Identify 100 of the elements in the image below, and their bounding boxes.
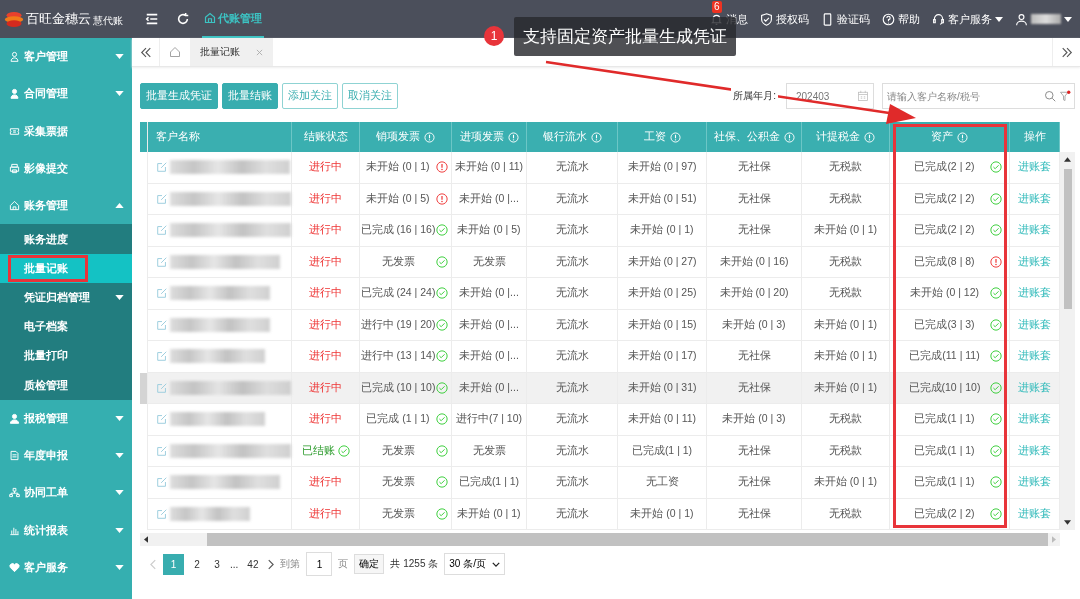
edit-icon[interactable] bbox=[156, 255, 168, 268]
top-link[interactable]: 授权码 bbox=[760, 7, 809, 31]
edit-icon[interactable] bbox=[156, 413, 168, 426]
edit-icon[interactable] bbox=[156, 507, 168, 520]
table-cell: 进行中 (13 | 14) bbox=[360, 349, 436, 364]
sidebar-subitem[interactable]: 批量打印 bbox=[0, 341, 132, 371]
close-icon[interactable] bbox=[256, 48, 263, 56]
table-cell: 未开始 (0 | 12) bbox=[910, 286, 979, 301]
search-field[interactable]: 请输入客户名称/税号 bbox=[882, 83, 1075, 109]
calendar-icon[interactable] bbox=[857, 90, 869, 102]
logo-icon bbox=[4, 10, 24, 28]
edit-icon[interactable] bbox=[156, 350, 168, 363]
caret-icon bbox=[115, 294, 124, 300]
table-cell: 已完成(1 | 1) bbox=[914, 443, 975, 458]
open-ledger-link[interactable]: 进账套 bbox=[1018, 475, 1051, 490]
table-cell: 未开始 (0 |... bbox=[459, 317, 519, 332]
sidebar-item[interactable]: 统计报表 bbox=[0, 511, 132, 549]
home-icon bbox=[204, 12, 216, 24]
info-icon bbox=[424, 131, 435, 143]
top-link[interactable]: 帮助 bbox=[882, 7, 920, 31]
table-cell: 无税款 bbox=[829, 191, 862, 206]
page-size-select[interactable]: 30 条/页 bbox=[444, 553, 505, 575]
edit-icon[interactable] bbox=[156, 381, 168, 394]
table-cell: 无社保 bbox=[737, 223, 771, 238]
open-ledger-link[interactable]: 进账套 bbox=[1018, 349, 1051, 364]
edit-icon[interactable] bbox=[156, 476, 168, 489]
sidebar-item[interactable]: 采集票据 bbox=[0, 112, 132, 150]
sidebar-item[interactable]: 客户管理 bbox=[0, 38, 132, 76]
house-icon bbox=[9, 200, 20, 212]
scrollbar-thumb[interactable] bbox=[1063, 169, 1072, 309]
vertical-scrollbar[interactable] bbox=[1060, 152, 1075, 530]
document-icon bbox=[9, 450, 20, 462]
open-ledger-link[interactable]: 进账套 bbox=[1018, 443, 1051, 458]
open-ledger-link[interactable]: 进账套 bbox=[1018, 160, 1051, 175]
info-icon bbox=[864, 131, 875, 143]
home-tab[interactable] bbox=[160, 38, 190, 66]
primary-button[interactable]: 批量结账 bbox=[222, 83, 278, 109]
caret-icon bbox=[115, 54, 124, 60]
table-cell: 未开始 (0 | 1) bbox=[813, 380, 878, 395]
sidebar-item[interactable]: 年度申报 bbox=[0, 436, 132, 475]
sidebar-item[interactable]: 账务管理 bbox=[0, 187, 132, 225]
person-icon bbox=[9, 412, 20, 424]
scroll-down-icon[interactable] bbox=[1064, 520, 1071, 525]
page-button[interactable]: 1 bbox=[163, 553, 184, 575]
sidebar-subitem[interactable]: 批量记账 bbox=[0, 253, 132, 283]
outline-button[interactable]: 取消关注 bbox=[342, 83, 398, 109]
sidebar-subitem[interactable]: 账务进度 bbox=[0, 224, 132, 254]
table-cell: 无流水 bbox=[555, 160, 589, 175]
next-page-icon[interactable] bbox=[267, 558, 275, 570]
user-menu[interactable] bbox=[1015, 12, 1072, 26]
primary-button[interactable]: 批量生成凭证 bbox=[140, 83, 218, 109]
open-ledger-link[interactable]: 进账套 bbox=[1018, 223, 1051, 238]
scroll-up-icon[interactable] bbox=[1064, 157, 1071, 162]
table-cell: 无流水 bbox=[555, 475, 589, 490]
table-cell: 无社保 bbox=[737, 475, 771, 490]
sidebar-subitem[interactable]: 质检管理 bbox=[0, 370, 132, 400]
page-tab[interactable]: 批量记账 bbox=[190, 38, 273, 66]
open-ledger-link[interactable]: 进账套 bbox=[1018, 286, 1051, 301]
edit-icon[interactable] bbox=[156, 318, 168, 331]
top-link[interactable]: 验证码 bbox=[821, 7, 870, 31]
outline-button[interactable]: 添加关注 bbox=[282, 83, 338, 109]
sidebar-item[interactable]: 影像提交 bbox=[0, 149, 132, 188]
edit-icon[interactable] bbox=[156, 444, 168, 457]
scroll-left-icon[interactable] bbox=[144, 536, 148, 543]
previous-page-icon[interactable] bbox=[150, 558, 157, 570]
search-icon[interactable] bbox=[1044, 90, 1056, 102]
top-link[interactable]: 客户服务 bbox=[932, 7, 1003, 31]
page-input[interactable]: 1 bbox=[306, 552, 333, 576]
edit-icon[interactable] bbox=[156, 161, 168, 174]
filter-icon[interactable] bbox=[1059, 90, 1071, 102]
menu-icon[interactable] bbox=[145, 12, 159, 26]
scroll-right-button[interactable] bbox=[1052, 38, 1080, 66]
table-cell: 未开始 (0 | 17) bbox=[627, 349, 697, 364]
open-ledger-link[interactable]: 进账套 bbox=[1018, 317, 1051, 332]
open-ledger-link[interactable]: 进账套 bbox=[1018, 412, 1051, 427]
sidebar-item[interactable]: 合同管理 bbox=[0, 75, 132, 113]
sidebar-subitem[interactable]: 凭证归档管理 bbox=[0, 282, 132, 313]
scroll-left-button[interactable] bbox=[132, 38, 160, 66]
sidebar-item[interactable]: 报税管理 bbox=[0, 399, 132, 437]
app-subtitle: 慧代账 bbox=[93, 13, 123, 28]
open-ledger-link[interactable]: 进账套 bbox=[1018, 191, 1051, 206]
sidebar-item[interactable]: 协同工单 bbox=[0, 474, 132, 512]
table-cell: 未开始 (0 | 1) bbox=[813, 317, 878, 332]
status-text: 进行中 bbox=[309, 317, 342, 332]
edit-icon[interactable] bbox=[156, 192, 168, 205]
open-ledger-link[interactable]: 进账套 bbox=[1018, 380, 1051, 395]
sidebar-item[interactable]: 客户服务 bbox=[0, 548, 132, 587]
confirm-button[interactable]: 确定 bbox=[354, 554, 385, 574]
edit-icon[interactable] bbox=[156, 287, 168, 300]
table-cell: 无流水 bbox=[555, 412, 589, 427]
open-ledger-link[interactable]: 进账套 bbox=[1018, 254, 1051, 269]
table-cell: 已完成(8 | 8) bbox=[914, 254, 975, 269]
caret-icon bbox=[115, 203, 124, 209]
headset-icon bbox=[932, 12, 945, 26]
table-cell: 未开始 (0 | 51) bbox=[627, 191, 697, 206]
scroll-right-icon[interactable] bbox=[1052, 536, 1056, 543]
open-ledger-link[interactable]: 进账套 bbox=[1018, 506, 1051, 521]
sidebar-subitem[interactable]: 电子档案 bbox=[0, 312, 132, 342]
edit-icon[interactable] bbox=[156, 224, 168, 237]
refresh-icon[interactable] bbox=[176, 12, 190, 26]
